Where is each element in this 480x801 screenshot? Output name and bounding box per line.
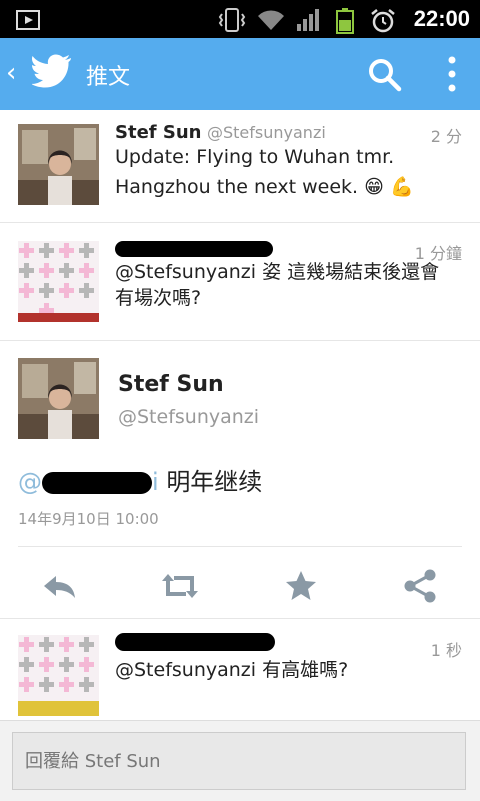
- clock: 22:00: [413, 6, 470, 31]
- reply-input[interactable]: 回覆給 Stef Sun: [12, 732, 466, 790]
- tweet-text-line: 有場次嗎?: [115, 287, 202, 309]
- tweet-text: @ i 明年继续: [18, 462, 262, 497]
- tweet-text: @Stefsunyanzi 姿 這幾場結束後還會 有場次嗎?: [115, 259, 455, 311]
- tweet-text-line: @Stefsunyanzi 姿 這幾場結束後還會: [115, 261, 440, 283]
- avatar[interactable]: [18, 124, 99, 205]
- tweet-text: Update: Flying to Wuhan tmr. Hangzhou th…: [115, 142, 455, 202]
- avatar[interactable]: [18, 358, 99, 439]
- redacted-name: [115, 241, 273, 257]
- favorite-icon[interactable]: [281, 566, 321, 606]
- tweet-text-line: Hangzhou the next week. 😁 💪: [115, 176, 414, 198]
- twitter-bird-icon[interactable]: [32, 54, 72, 88]
- tweet-row[interactable]: Stef Sun @Stefsunyanzi 2 分 Update: Flyin…: [0, 110, 480, 223]
- redacted-name: [115, 633, 275, 651]
- author-name[interactable]: Stef Sun: [118, 372, 224, 397]
- vibrate-icon: [218, 8, 246, 32]
- tweet-text-content: 明年继续: [166, 468, 263, 496]
- tweet-row[interactable]: 1 分鐘 @Stefsunyanzi 姿 這幾場結束後還會 有場次嗎?: [0, 223, 480, 341]
- retweet-icon[interactable]: [160, 566, 200, 606]
- redacted-mention: [42, 472, 152, 494]
- back-icon[interactable]: ‹: [6, 58, 16, 88]
- image-icon: [16, 10, 40, 30]
- search-icon[interactable]: [368, 58, 402, 92]
- avatar[interactable]: [18, 241, 99, 322]
- author-handle: @Stefsunyanzi: [207, 123, 326, 142]
- signal-icon: [297, 9, 319, 31]
- battery-icon: [336, 8, 354, 34]
- wifi-icon: [258, 10, 284, 30]
- reply-icon[interactable]: [40, 566, 80, 606]
- reply-bar: 回覆給 Stef Sun: [0, 720, 480, 801]
- tweet-text: @Stefsunyanzi 有高雄嗎?: [115, 659, 349, 681]
- share-icon[interactable]: [400, 566, 440, 606]
- avatar[interactable]: [18, 635, 99, 716]
- status-bar: 22:00: [0, 0, 480, 38]
- app-bar: ‹ 推文: [0, 38, 480, 110]
- alarm-icon: [371, 9, 395, 33]
- author-name[interactable]: Stef Sun: [115, 122, 201, 143]
- divider: [18, 546, 462, 547]
- author-handle[interactable]: @Stefsunyanzi: [118, 406, 259, 428]
- page-title: 推文: [86, 65, 131, 90]
- overflow-menu-icon[interactable]: [440, 56, 464, 92]
- tweet-text-line: Update: Flying to Wuhan tmr.: [115, 146, 395, 168]
- mention-link-tail[interactable]: i: [152, 468, 159, 496]
- focused-tweet: Stef Sun @Stefsunyanzi @ i 明年继续 14年9月10日 …: [0, 340, 480, 619]
- tweet-date: 14年9月10日 10:00: [18, 510, 159, 528]
- mention-link[interactable]: @: [18, 468, 42, 496]
- tweet-row[interactable]: 1 秒 @Stefsunyanzi 有高雄嗎?: [0, 619, 480, 719]
